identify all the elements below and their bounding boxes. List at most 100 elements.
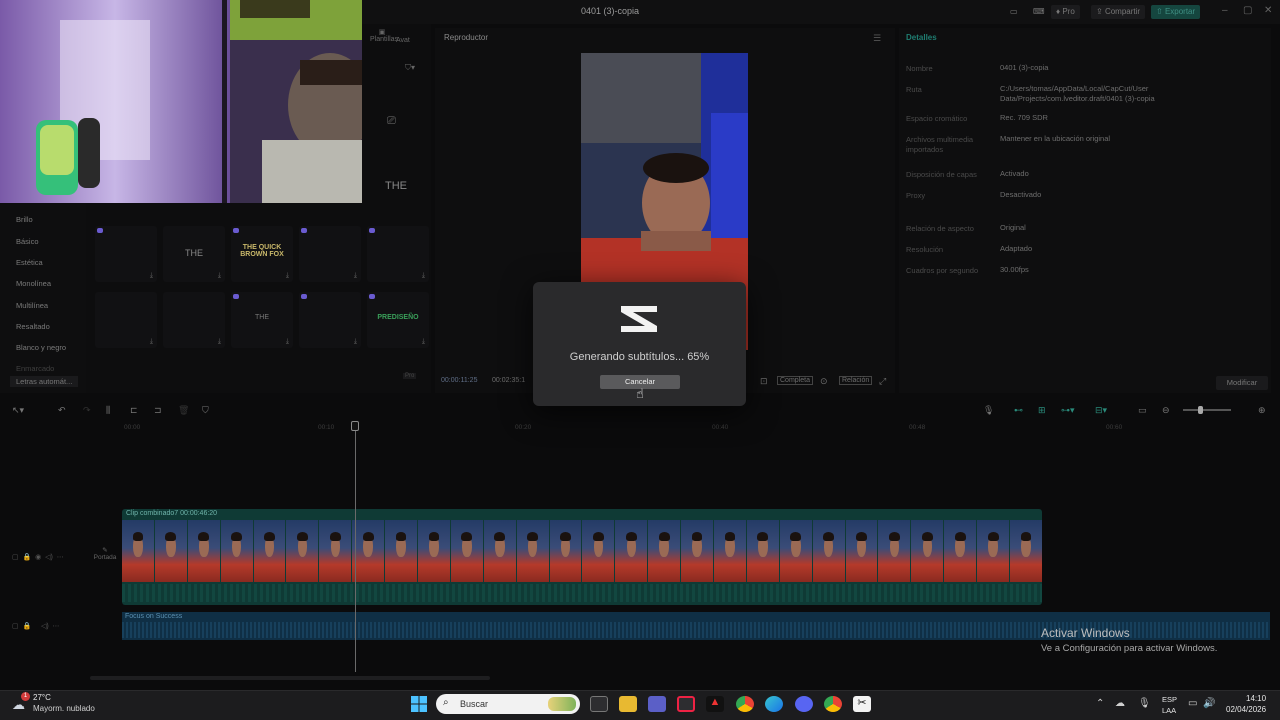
tab-avatars[interactable]: Avat [396, 37, 410, 44]
timeline-scrollbar[interactable] [90, 676, 490, 680]
volume-icon[interactable]: 🔊 [1203, 698, 1215, 709]
download-icon[interactable]: ⤓ [150, 272, 153, 280]
thumbnail-hair [231, 532, 243, 542]
category-item[interactable]: Enmarcado [16, 364, 54, 373]
template-tile[interactable]: ⤓ [299, 226, 361, 282]
zoom-in-icon[interactable]: ⊕ [1258, 405, 1266, 416]
capcut-icon[interactable]: ✂ [853, 696, 871, 712]
export-button[interactable]: ⇧ Exportar [1151, 5, 1201, 19]
template-tile[interactable]: PREDISEÑO ⤓ [367, 292, 429, 348]
split-left-icon[interactable]: ⊏ [130, 405, 138, 416]
discord-icon[interactable] [795, 696, 813, 712]
download-icon[interactable]: ⤓ [150, 338, 153, 346]
download-icon[interactable]: ⤓ [218, 272, 221, 280]
close-icon[interactable]: ✕ [1264, 5, 1272, 16]
track-lock-icon[interactable]: ▢ 🔒 ◉ ◁) ⋯ [12, 553, 64, 561]
modify-button[interactable]: Modificar [1216, 376, 1268, 390]
track-icon[interactable]: ⊟▾ [1095, 405, 1107, 416]
split-icon[interactable]: ⫼ [106, 405, 110, 416]
task-view-icon[interactable] [590, 696, 608, 712]
language-bottom[interactable]: LAA [1162, 706, 1176, 715]
tray-expand-icon[interactable]: ⌃ [1096, 698, 1104, 709]
link-icon[interactable]: ⊷ [1014, 405, 1023, 416]
fullscreen-icon[interactable]: ⤢ [879, 376, 886, 387]
filter-icon[interactable]: ⛉▾ [405, 63, 415, 73]
app-icon[interactable] [677, 696, 695, 712]
download-icon[interactable]: ⤓ [286, 272, 289, 280]
ratio-button[interactable]: Relación [839, 376, 873, 385]
download-icon[interactable]: ⤓ [354, 272, 357, 280]
template-tile[interactable]: ⤓ [95, 292, 157, 348]
weather-desc[interactable]: Mayorm. nublado [33, 704, 95, 713]
minimize-icon[interactable]: – [1222, 5, 1228, 16]
audio-track-controls-icon[interactable]: ▢ 🔒 ◁) ⋯ [12, 622, 60, 630]
category-item[interactable]: Básico [16, 237, 39, 246]
template-tile[interactable]: THE ⤓ [163, 226, 225, 282]
download-icon[interactable]: ⤓ [218, 338, 221, 346]
file-explorer-icon[interactable] [619, 696, 637, 712]
chrome-profile-icon[interactable] [824, 696, 842, 712]
category-item[interactable]: Resaltado [16, 322, 50, 331]
shield-icon[interactable]: ⛉ [202, 405, 209, 416]
onedrive-icon[interactable]: ☁ [1115, 698, 1125, 709]
zoom-slider-handle[interactable] [1198, 406, 1203, 414]
download-icon[interactable]: ⤓ [286, 338, 289, 346]
delete-icon[interactable]: 🗑 [178, 405, 189, 416]
clip-thumbnail [779, 520, 812, 582]
menu-icon[interactable]: ☰ [873, 33, 881, 44]
weather-temp[interactable]: 27°C [33, 693, 51, 702]
category-item-selected[interactable]: Letras automát... [10, 376, 79, 387]
download-icon[interactable]: ⤓ [422, 272, 425, 280]
preview-axis-icon[interactable]: ⊶▾ [1061, 405, 1075, 416]
full-quality-button[interactable]: Completa [777, 376, 813, 385]
zoom-out-icon[interactable]: ⊖ [1162, 405, 1170, 416]
template-tile[interactable]: ⤓ [367, 226, 429, 282]
language-top[interactable]: ESP [1162, 695, 1177, 704]
category-item[interactable]: Estética [16, 258, 43, 267]
magnet-icon[interactable]: ⊞ [1038, 405, 1046, 416]
template-tile[interactable]: ⤓ [163, 292, 225, 348]
cover-button[interactable]: ✎ Portada [92, 546, 118, 570]
download-icon[interactable]: ⤓ [422, 338, 425, 346]
caption-icon[interactable]: ▭ [1138, 405, 1147, 416]
undo-icon[interactable]: ↶ [58, 405, 66, 416]
category-item[interactable]: Monolínea [16, 279, 51, 288]
clock-time[interactable]: 14:10 [1246, 694, 1266, 703]
edge-icon[interactable] [765, 696, 783, 712]
tab-templates[interactable]: ▣ Plantillas [370, 28, 398, 43]
network-icon[interactable]: ▭ [1188, 698, 1197, 709]
redo-icon[interactable]: ↷ [83, 405, 91, 416]
playhead[interactable] [355, 422, 356, 672]
category-item[interactable]: Multilínea [16, 301, 48, 310]
template-tile[interactable]: ⤓ [95, 226, 157, 282]
template-tile-text[interactable]: THE [385, 180, 407, 192]
clip-thumbnail [253, 520, 286, 582]
layout-icon[interactable]: ▭ [1005, 5, 1023, 19]
playhead-handle[interactable] [351, 421, 359, 431]
time-tick: 00:60 [1106, 424, 1123, 431]
template-tile[interactable]: THE QUICK BROWN FOX ⤓ [231, 226, 293, 282]
template-tile[interactable]: ⤓ [299, 292, 361, 348]
clock-date[interactable]: 02/04/2026 [1226, 705, 1266, 714]
clip-thumbnail [154, 520, 187, 582]
split-right-icon[interactable]: ⊐ [154, 405, 162, 416]
microphone-icon[interactable]: 🎙 [983, 405, 994, 416]
zoom-slider[interactable] [1183, 409, 1231, 411]
clip-thumbnail [681, 520, 714, 582]
microphone-tray-icon[interactable]: 🎙 [1138, 698, 1151, 709]
category-item[interactable]: Brillo [16, 215, 33, 224]
crop-icon[interactable]: ⊡ [760, 376, 768, 387]
maximize-icon[interactable]: ▢ [1243, 5, 1252, 16]
affinity-icon[interactable]: ▲ [706, 696, 724, 712]
share-button[interactable]: ⇪ Compartir [1091, 5, 1146, 19]
category-item[interactable]: Blanco y negro [16, 343, 66, 352]
download-icon[interactable]: ⤓ [354, 338, 357, 346]
shortcuts-icon[interactable]: ⌨ [1028, 5, 1050, 19]
pro-button[interactable]: ♦ Pro [1051, 5, 1080, 19]
screenshot-icon[interactable]: ⊙ [820, 376, 828, 387]
start-icon[interactable] [411, 696, 427, 712]
template-tile[interactable]: THE ⤓ [231, 292, 293, 348]
select-tool-icon[interactable]: ↖▾ [12, 405, 24, 416]
chrome-icon[interactable] [736, 696, 754, 712]
teams-icon[interactable] [648, 696, 666, 712]
